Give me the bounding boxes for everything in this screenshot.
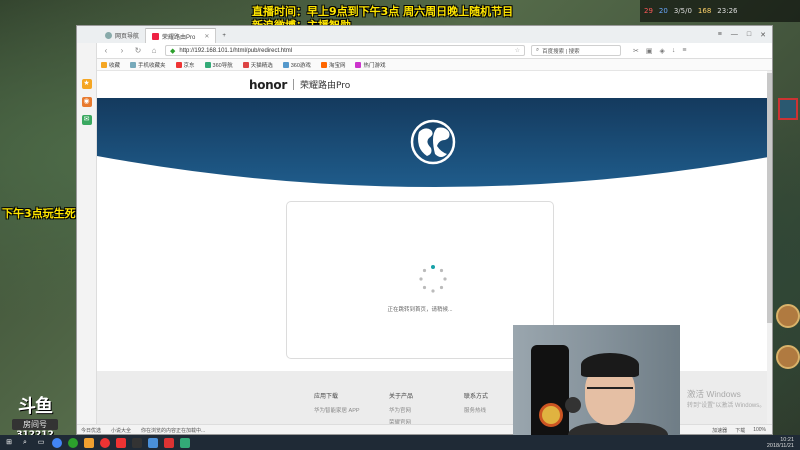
bookmark-item[interactable]: 手机收藏夹 [130, 61, 166, 69]
footer-heading: 联系方式 [464, 394, 489, 400]
product-name: 荣耀路由Pro [300, 81, 351, 91]
emblem-badge [539, 403, 563, 427]
status-item[interactable]: 下载 [735, 427, 745, 434]
weibo-icon[interactable]: ◉ [81, 97, 92, 107]
champion-portrait [776, 345, 800, 369]
tab-honor-router[interactable]: 荣耀路由Pro ✕ [146, 28, 217, 43]
app-icon[interactable] [164, 437, 174, 448]
app-icon[interactable] [84, 437, 94, 448]
app-icon[interactable] [180, 437, 190, 448]
divider [293, 79, 294, 90]
creep-score: 168 [697, 7, 712, 15]
microphone-icon [565, 397, 581, 413]
team-kills-red: 29 [644, 7, 653, 15]
favorites-star-icon[interactable]: ★ [81, 79, 92, 89]
kda: 3/5/0 [673, 7, 692, 15]
bookmark-item[interactable]: 360游戏 [282, 61, 311, 69]
vertical-scrollbar[interactable] [767, 71, 772, 424]
app-icon[interactable] [132, 437, 142, 448]
redirect-status-text: 正在跳转到首页，请稍候... [387, 307, 453, 313]
search-icon: ⌕ [536, 47, 540, 53]
forward-icon[interactable]: › [117, 46, 127, 55]
app-icon[interactable] [116, 437, 126, 448]
honor-favicon-icon [152, 32, 160, 40]
footer-link[interactable]: 服务热线 [464, 406, 488, 414]
scissors-icon[interactable]: ✂ [633, 47, 639, 55]
tab-label: 网页导航 [115, 34, 140, 40]
footer-heading: 应用下载 [314, 394, 339, 400]
webcam-overlay [513, 325, 680, 450]
back-icon[interactable]: ‹ [101, 46, 111, 55]
status-item[interactable]: 今日优选 [81, 427, 101, 434]
bookmark-star-icon[interactable]: ☆ [515, 47, 520, 54]
status-item[interactable]: 加速器 [712, 427, 727, 434]
bookmark-item[interactable]: 京东 [175, 61, 195, 69]
bookmark-item[interactable]: 360导航 [204, 61, 233, 69]
mail-icon[interactable]: ✉ [81, 115, 92, 125]
zoom-level[interactable]: 100% [753, 427, 766, 434]
home-icon[interactable]: ⌂ [149, 46, 159, 55]
clock-date: 2018/11/21 [766, 442, 794, 449]
footer-column: 联系方式 服务热线 [464, 391, 488, 418]
bookmark-item[interactable]: 天猫精选 [242, 61, 273, 69]
menu-icon[interactable]: ≡ [718, 31, 722, 39]
windows-taskbar: ⊞ ⌕ ▭ 10:21 2018/11/21 [0, 435, 800, 450]
menu-icon[interactable]: ≡ [682, 47, 686, 55]
new-tab-button[interactable]: + [216, 28, 232, 43]
system-clock[interactable]: 10:21 2018/11/21 [767, 437, 800, 449]
minimap-ward-icon [778, 98, 798, 120]
shield-extension-icon[interactable]: ◈ [660, 47, 665, 55]
footer-link[interactable]: 华为官网 [389, 406, 413, 414]
globe-icon [105, 32, 112, 39]
activate-windows-hint: 转到"设置"以激活 Windows。 [687, 403, 766, 409]
douyu-logo: 斗鱼 房间号 312212 [12, 392, 58, 440]
browser-sidebar: ★ ◉ ✉ + ≡ [77, 43, 97, 434]
footer-heading: 关于产品 [389, 394, 414, 400]
bookmark-item[interactable]: 热门游戏 [355, 61, 385, 69]
room-label: 房间号 [12, 419, 58, 430]
team-kills-blue: 20 [658, 7, 668, 15]
tab-navigation[interactable]: 网页导航 [99, 28, 147, 43]
browser-360-icon[interactable] [68, 437, 78, 448]
scrollbar-thumb[interactable] [767, 73, 772, 323]
url-input[interactable]: ◆ http://192.168.101.1/html/pub/redirect… [165, 45, 525, 56]
tab-label: 荣耀路由Pro [162, 34, 196, 41]
status-item: 你在浏览的内容正在加载中... [141, 428, 206, 434]
close-tab-icon[interactable]: ✕ [204, 33, 209, 40]
address-bar-row: ‹ › ↻ ⌂ ◆ http://192.168.101.1/html/pub/… [77, 43, 772, 59]
bookmark-item[interactable]: 淘宝网 [320, 61, 345, 69]
game-time: 23:26 [717, 7, 738, 15]
minimize-icon[interactable]: — [731, 31, 738, 39]
url-text: http://192.168.101.1/html/pub/redirect.h… [179, 47, 293, 54]
window-controls: ≡ — □ ✕ [712, 31, 772, 43]
footer-column: 应用下载 华为智能家居 APP [314, 391, 360, 418]
champion-portrait [776, 304, 800, 328]
footer-link[interactable]: 华为智能家居 APP [314, 406, 360, 414]
shield-icon: ◆ [170, 47, 176, 55]
app-icon[interactable] [148, 437, 158, 448]
close-window-icon[interactable]: ✕ [760, 31, 766, 39]
activate-windows-watermark: 激活 Windows [687, 389, 741, 399]
bookmark-item[interactable]: 收藏 [101, 61, 120, 69]
status-item[interactable]: 小说大全 [111, 427, 131, 434]
app-icon[interactable] [100, 437, 110, 448]
douyu-logo-text: 斗鱼 [18, 396, 53, 417]
brand-header: honor 荣耀路由Pro [97, 71, 772, 98]
maximize-icon[interactable]: □ [747, 31, 751, 39]
search-input[interactable]: ⌕ 百度搜索 | 搜索 [531, 45, 621, 56]
search-placeholder: 百度搜索 | 搜索 [542, 48, 580, 55]
extension-icon[interactable]: ▣ [646, 47, 653, 55]
game-hud: 29 20 3/5/0 168 23:26 [640, 0, 800, 22]
bookmarks-bar: 收藏 手机收藏夹 京东 360导航 天猫精选 360游戏 淘宝网 热门游戏 [77, 59, 772, 71]
task-view-icon[interactable]: ▭ [36, 438, 46, 448]
chrome-icon[interactable] [52, 437, 62, 448]
search-icon[interactable]: ⌕ [20, 438, 30, 448]
loading-spinner-icon [419, 265, 447, 293]
refresh-icon[interactable]: ↻ [133, 46, 143, 55]
download-icon[interactable]: ↓ [672, 47, 676, 55]
tab-bar: 网页导航 荣耀路由Pro ✕ + ≡ — □ ✕ [77, 26, 772, 43]
toolbar-icons: ✂ ▣ ◈ ↓ ≡ [633, 47, 686, 55]
honor-logo: honor [249, 77, 287, 92]
start-icon[interactable]: ⊞ [4, 438, 14, 448]
